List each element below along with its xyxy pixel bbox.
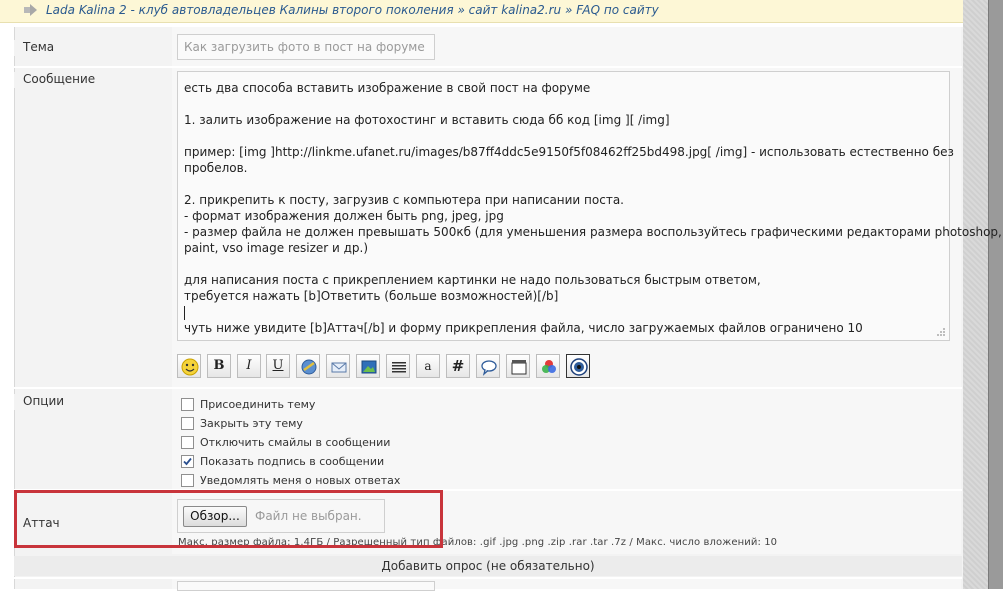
checkmark-icon	[183, 457, 192, 466]
message-line: для написания поста с прикреплением карт…	[184, 273, 761, 287]
message-line: 1. залить изображение на фотохостинг и в…	[184, 113, 670, 127]
message-line: есть два способа вставить изображение в …	[184, 81, 591, 95]
smiley-icon	[181, 358, 199, 376]
color-button[interactable]	[536, 354, 560, 378]
image-icon	[361, 360, 377, 374]
row-divider	[14, 66, 962, 68]
option-label: Закрыть эту тему	[200, 417, 303, 430]
message-line: - размер файла не должен превышать 500кб…	[184, 225, 1002, 239]
video-icon	[511, 360, 527, 375]
subject-label: Тема	[23, 40, 55, 54]
checkbox-subscribe-topic[interactable]	[181, 398, 194, 411]
message-line: требуется нажать [b]Ответить (больше воз…	[184, 289, 559, 303]
preview-button[interactable]	[566, 354, 590, 378]
font-button[interactable]: a	[416, 354, 440, 378]
arrow-right-icon	[24, 4, 37, 16]
message-line	[184, 176, 943, 192]
checkbox-close-topic[interactable]	[181, 417, 194, 430]
breadcrumb-item-site[interactable]: сайт kalina2.ru	[469, 3, 561, 17]
quote-button[interactable]	[476, 354, 500, 378]
option-label: Присоединить тему	[200, 398, 316, 411]
text-caret-line	[184, 304, 943, 320]
message-line: чуть ниже увидите [b]Аттач[/b] и форму п…	[184, 321, 863, 335]
message-line	[184, 256, 943, 272]
email-button[interactable]	[326, 354, 350, 378]
breadcrumb-item-faq[interactable]: FAQ по сайту	[576, 3, 659, 17]
message-line: пример: [img ]http://linkme.ufanet.ru/im…	[184, 145, 954, 159]
align-icon	[392, 362, 406, 373]
video-button[interactable]	[506, 354, 530, 378]
breadcrumb: Lada Kalina 2 - клуб автовладельцев Кали…	[0, 0, 963, 23]
underline-button[interactable]: U	[266, 354, 290, 378]
option-label: Показать подпись в сообщении	[200, 455, 385, 468]
breadcrumb-item-club[interactable]: Lada Kalina 2 - клуб автовладельцев Кали…	[46, 3, 454, 17]
eye-icon	[570, 358, 588, 376]
message-textarea[interactable]: есть два способа вставить изображение в …	[177, 71, 1002, 341]
resize-grip-icon[interactable]	[936, 327, 946, 337]
options-label: Опции	[23, 394, 65, 408]
message-line: 2. прикрепить к посту, загрузив с компью…	[184, 193, 624, 207]
italic-button[interactable]: I	[237, 354, 261, 378]
link-button[interactable]	[296, 354, 320, 378]
code-button[interactable]: #	[446, 354, 470, 378]
checkbox-notify-replies[interactable]	[181, 474, 194, 487]
quote-icon	[481, 360, 497, 376]
align-button[interactable]	[386, 354, 410, 378]
bold-button[interactable]: B	[207, 354, 231, 378]
smiley-button[interactable]	[177, 354, 201, 378]
row-divider	[14, 577, 962, 579]
next-field-input[interactable]	[177, 581, 435, 591]
breadcrumb-separator: »	[457, 3, 465, 17]
option-label: Уведомлять меня о новых ответах	[200, 474, 401, 487]
message-label: Сообщение	[23, 72, 96, 86]
message-line	[184, 128, 943, 144]
row-divider	[14, 387, 962, 389]
annotation-highlight-box	[14, 490, 443, 548]
image-button[interactable]	[356, 354, 380, 378]
link-icon	[301, 359, 317, 375]
message-line: - формат изображения должен быть png, jp…	[184, 209, 504, 223]
breadcrumb-separator: »	[564, 3, 573, 17]
message-line: пробелов.	[184, 161, 248, 175]
email-icon	[331, 362, 347, 373]
subject-input[interactable]: Как загрузить фото в пост на форуме	[177, 34, 435, 60]
window-edge	[988, 0, 1003, 589]
add-poll-toggle[interactable]: Добавить опрос (не обязательно)	[14, 556, 962, 576]
text-caret	[184, 305, 185, 320]
checkbox-show-signature[interactable]	[181, 455, 194, 468]
color-icon	[542, 360, 556, 373]
message-line	[184, 96, 943, 112]
message-line: paint, vso image resizer и др.)	[184, 241, 369, 255]
checkbox-disable-smilies[interactable]	[181, 436, 194, 449]
option-label: Отключить смайлы в сообщении	[200, 436, 391, 449]
